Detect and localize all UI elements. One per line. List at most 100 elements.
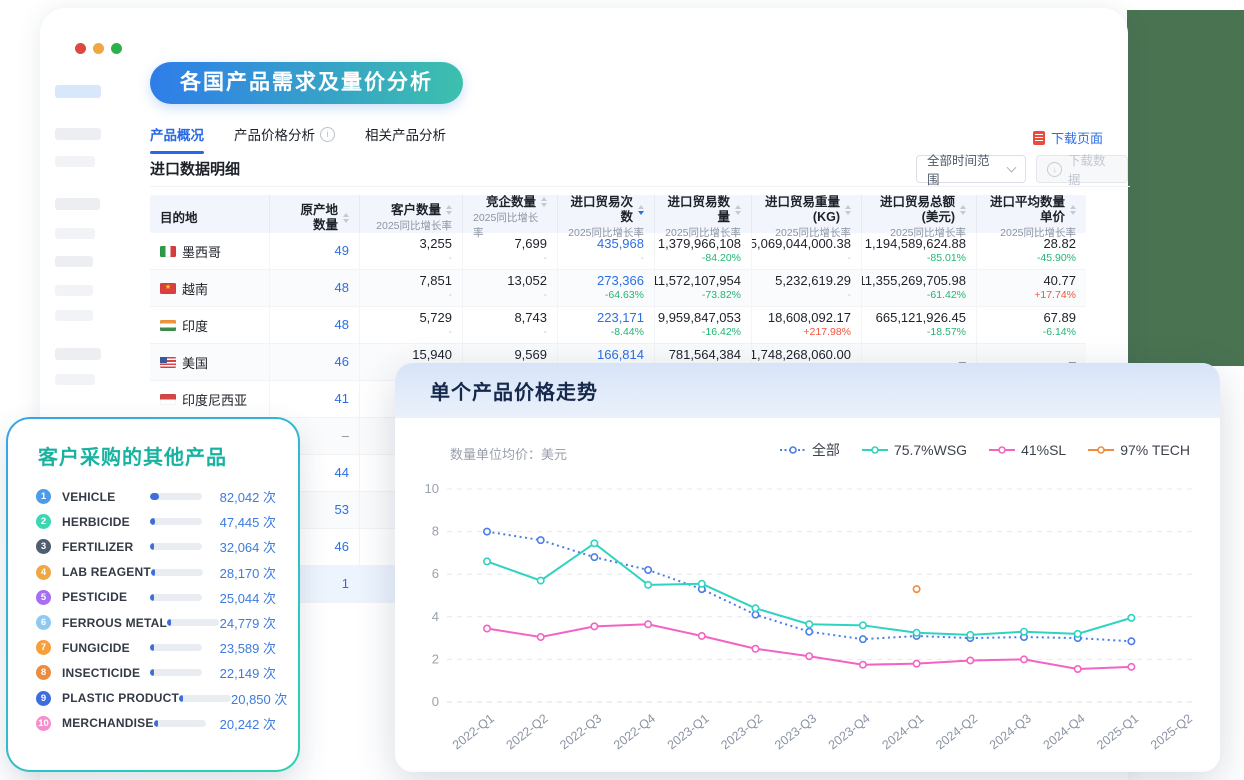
mini-progress-bar [150,493,202,500]
purchase-count: 82,042 次 [202,487,276,506]
legend-item[interactable]: 41%SL [989,442,1066,458]
download-data-label: 下载数据 [1068,150,1117,188]
product-rank-item[interactable]: 5PESTICIDE25,044 次 [8,585,298,610]
background-green-block [1127,10,1244,366]
product-rank-item[interactable]: 6FERROUS METAL24,779 次 [8,610,298,635]
rank-badge: 4 [36,565,51,580]
data-cell: 1,379,966,108-84.20% [655,233,752,269]
table-section-title: 进口数据明细 [150,158,240,179]
data-cell: 5,232,619.29- [752,270,862,306]
sidebar-skeleton-bar [55,228,95,239]
mini-progress-bar [151,569,203,576]
origin-count-cell[interactable]: 49 [270,233,360,269]
rank-badge: 3 [36,539,51,554]
download-page-label: 下载页面 [1051,128,1103,147]
rank-badge: 10 [36,716,51,731]
usa-flag-icon [160,357,176,368]
rank-badge: 2 [36,514,51,529]
svg-text:8: 8 [432,524,439,539]
legend-item[interactable]: 全部 [780,440,840,460]
data-cell: 5,069,044,000.38- [752,233,862,269]
sort-carets[interactable] [343,213,349,223]
vietnam-flag-icon [160,283,176,294]
destination-cell[interactable]: 印度尼西亚 [150,381,270,417]
product-label: FUNGICIDE [62,641,150,655]
origin-count-cell[interactable]: 48 [270,270,360,306]
table-row[interactable]: 越南487,851-13,052-273,366-64.63%11,572,10… [150,270,1086,307]
product-label: INSECTICIDE [62,666,150,680]
sidebar-skeleton-bar [55,348,101,360]
product-rank-item[interactable]: 1VEHICLE82,042 次 [8,484,298,509]
product-rank-item[interactable]: 3FERTILIZER32,064 次 [8,534,298,559]
svg-text:2022-Q4: 2022-Q4 [611,711,658,752]
product-rank-item[interactable]: 2HERBICIDE47,445 次 [8,509,298,534]
tab-2[interactable]: 产品价格分析 [234,124,335,154]
sort-carets[interactable] [446,205,452,215]
data-cell: 1,194,589,624.88-85.01% [862,233,977,269]
zoom-button[interactable] [111,43,122,54]
close-button[interactable] [75,43,86,54]
sort-carets[interactable] [845,205,851,215]
svg-text:2025-Q1: 2025-Q1 [1094,711,1141,752]
purchase-count: 20,242 次 [206,714,276,733]
download-page-link[interactable]: 下载页面 [1033,128,1103,147]
sidebar-skeleton-bar [55,310,93,321]
chart-legend: 全部 75.7%WSG 41%SL 97% TECH [780,440,1190,460]
tab-3[interactable]: 相关产品分析 [365,124,446,154]
destination-cell[interactable]: 墨西哥 [150,233,270,269]
svg-text:2023-Q3: 2023-Q3 [772,711,819,752]
legend-marker-icon [1088,445,1114,455]
destination-cell[interactable]: 美国 [150,344,270,380]
svg-text:2023-Q2: 2023-Q2 [718,711,765,752]
tab-1[interactable]: 产品概况 [150,124,204,154]
svg-text:2: 2 [432,651,439,666]
legend-item[interactable]: 97% TECH [1088,442,1190,458]
product-rank-item[interactable]: 4LAB REAGENT28,170 次 [8,560,298,585]
product-label: PLASTIC PRODUCT [62,691,179,705]
data-cell: 9,959,847,053-16.42% [655,307,752,343]
tab-label: 产品概况 [150,124,204,144]
sort-carets[interactable] [638,205,644,215]
sort-carets[interactable] [541,197,547,207]
data-cell: 40.77+17.74% [977,270,1086,306]
sort-carets[interactable] [1070,205,1076,215]
legend-marker-icon [780,445,806,455]
product-rank-item[interactable]: 7FUNGICIDE23,589 次 [8,635,298,660]
data-cell: 665,121,926.45-18.57% [862,307,977,343]
product-rank-item[interactable]: 8INSECTICIDE22,149 次 [8,660,298,685]
destination-cell[interactable]: 越南 [150,270,270,306]
mini-progress-bar [154,720,206,727]
mini-progress-bar [150,669,202,676]
price-trend-body: 数量单位均价：美元 全部75.7%WSG41%SL97% TECH 024681… [395,418,1220,772]
data-cell: 28.82-45.90% [977,233,1086,269]
product-rank-item[interactable]: 10 MERCHANDISE 20,242 次 [8,711,298,736]
data-cell: 67.89-6.14% [977,307,1086,343]
legend-marker-icon [989,445,1015,455]
purchase-count: 20,850 次 [231,689,287,708]
product-label: MERCHANDISE [62,716,154,730]
minimize-button[interactable] [93,43,104,54]
product-label: LAB REAGENT [62,565,151,579]
legend-item[interactable]: 75.7%WSG [862,442,967,458]
origin-count-cell[interactable]: 41 [270,381,360,417]
data-cell: 223,171-8.44% [558,307,655,343]
data-cell: 13,052- [463,270,558,306]
sidebar-skeleton-bar [55,198,100,210]
tab-label: 相关产品分析 [365,124,446,144]
destination-cell[interactable]: 印度 [150,307,270,343]
download-data-button[interactable]: 下载数据 [1036,155,1128,183]
product-rank-item[interactable]: 9PLASTIC PRODUCT20,850 次 [8,686,298,711]
sort-carets[interactable] [735,205,741,215]
mini-progress-bar [150,518,202,525]
origin-count-cell[interactable]: 46 [270,344,360,380]
origin-count-cell[interactable]: 48 [270,307,360,343]
product-label: HERBICIDE [62,515,150,529]
sort-carets[interactable] [960,205,966,215]
sidebar-skeleton-bar [55,156,95,167]
data-cell: 7,851- [360,270,463,306]
table-row[interactable]: 墨西哥493,255-7,699-435,968-1,379,966,108-8… [150,233,1086,270]
time-range-select[interactable]: 全部时间范围 [916,155,1026,183]
table-row[interactable]: 印度485,729-8,743-223,171-8.44%9,959,847,0… [150,307,1086,344]
data-cell: 8,743- [463,307,558,343]
other-products-card: 客户采购的其他产品 1VEHICLE82,042 次2HERBICIDE47,4… [6,417,300,772]
